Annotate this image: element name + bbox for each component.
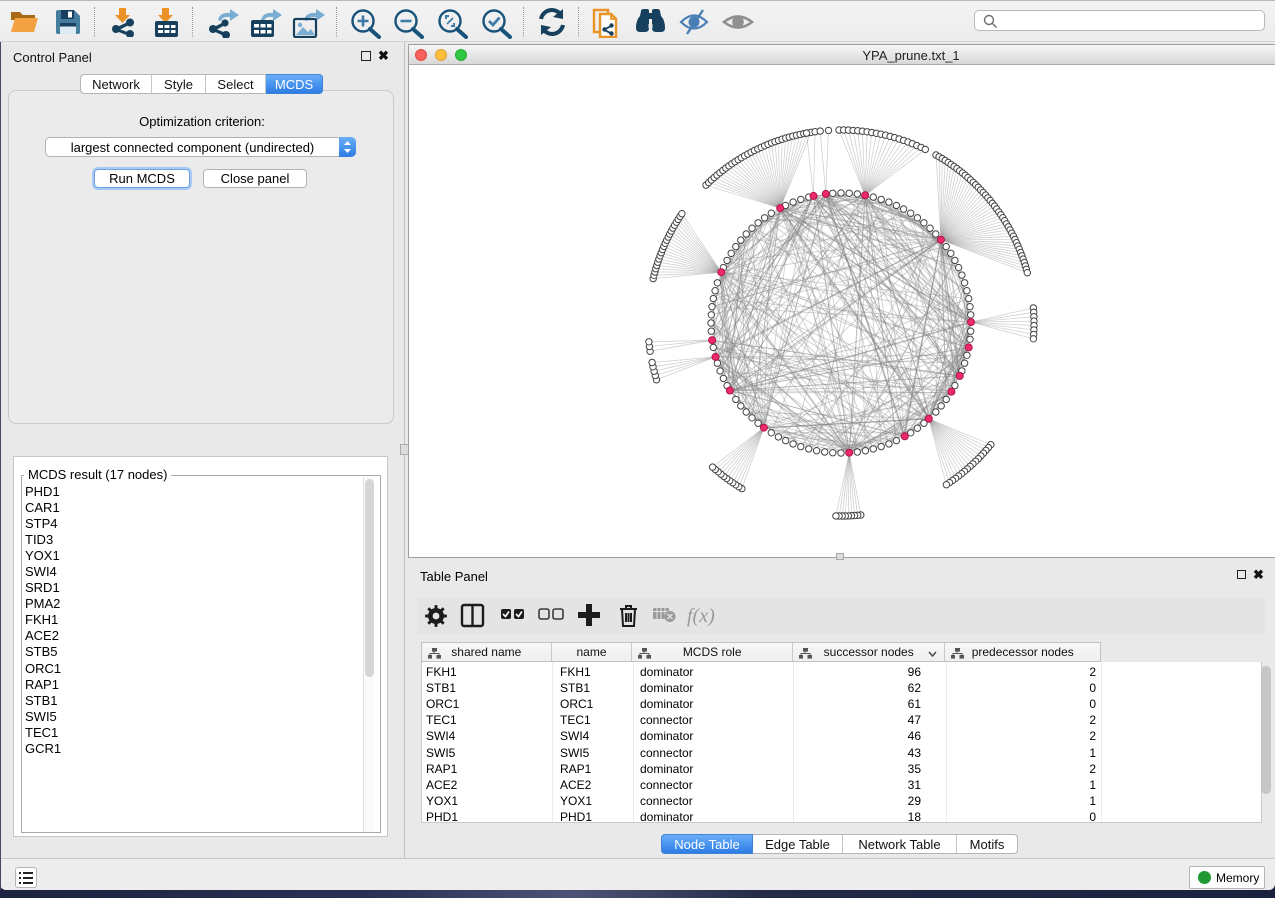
svg-text:f(x): f(x) [687, 605, 715, 627]
